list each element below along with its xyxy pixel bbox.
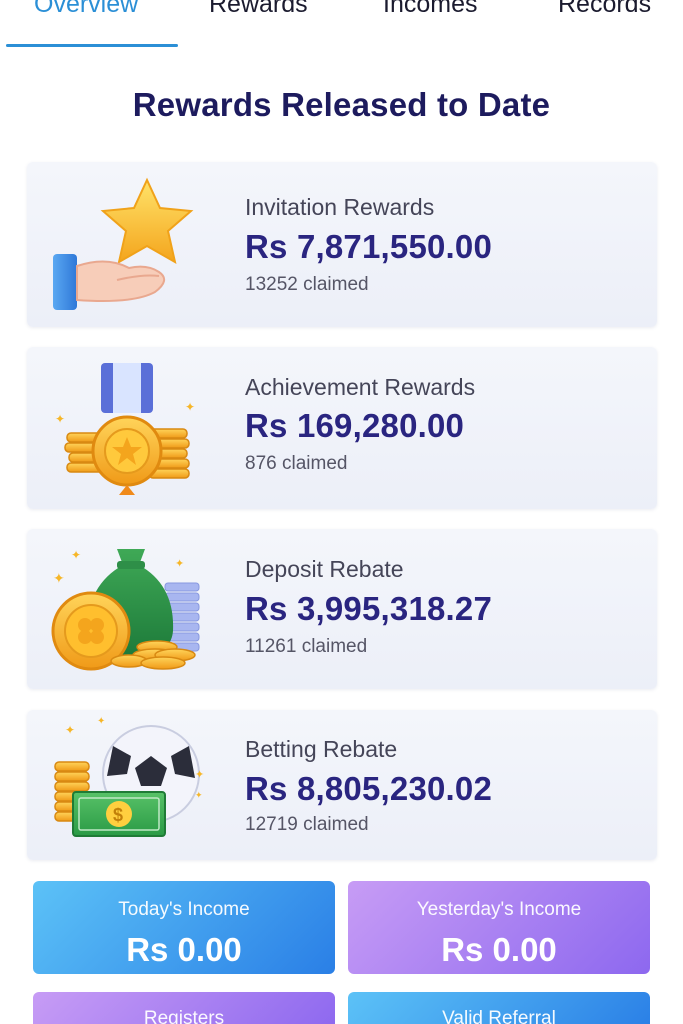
invitation-rewards-card[interactable]: Invitation Rewards Rs 7,871,550.00 13252… [27,162,657,327]
card-claimed-count: 13252 claimed [245,274,369,295]
card-label: Betting Rebate [245,736,398,762]
svg-text:✦: ✦ [71,548,81,562]
svg-text:✦: ✦ [97,716,105,727]
valid-referral-label: Valid Referral [442,1008,556,1024]
svg-text:✦: ✦ [55,412,65,426]
svg-text:✦: ✦ [53,570,65,586]
medal-coins-icon: ✦ ✦ [47,359,207,495]
card-claimed-count: 11261 claimed [245,636,368,657]
card-label: Invitation Rewards [245,194,435,220]
achievement-rewards-card[interactable]: ✦ ✦ Achievement Rewards Rs 169,280.00 87… [27,347,657,509]
todays-income-label: Today's Income [118,899,250,920]
svg-text:✦: ✦ [195,790,203,800]
todays-income-box[interactable]: Today's Income Rs 0.00 [33,881,335,974]
tab-rewards[interactable]: Rewards [209,0,308,19]
card-amount: Rs 3,995,318.27 [245,590,493,627]
page-title: Rewards Released to Date [132,86,551,123]
todays-income-value: Rs 0.00 [126,931,242,968]
active-tab-indicator [6,44,178,47]
card-amount: Rs 7,871,550.00 [245,228,493,265]
card-claimed-count: 876 claimed [245,453,348,474]
tab-bar: Overview Rewards Incomes Records [0,0,683,50]
hand-star-icon [47,176,207,310]
registers-label: Registers [143,1008,225,1024]
card-amount: Rs 169,280.00 [245,407,465,444]
card-label: Deposit Rebate [245,556,404,582]
svg-text:✦: ✦ [175,558,184,570]
deposit-rebate-card[interactable]: ✦ ✦ ✦ Deposit Rebate Rs 3,995,318.27 112… [27,529,657,689]
svg-text:$: $ [113,805,123,825]
betting-rebate-card[interactable]: $ ✦ ✦ ✦ ✦ Betting Rebate Rs 8,805,230.02… [27,710,657,860]
svg-text:✦: ✦ [185,400,195,414]
valid-referral-box[interactable]: Valid Referral [348,992,650,1024]
yesterdays-income-label: Yesterday's Income [416,899,582,920]
yesterdays-income-box[interactable]: Yesterday's Income Rs 0.00 [348,881,650,974]
money-bag-coins-icon: ✦ ✦ ✦ [47,539,207,671]
svg-text:✦: ✦ [195,769,204,781]
registers-box[interactable]: Registers [33,992,335,1024]
card-amount: Rs 8,805,230.02 [245,770,493,807]
card-claimed-count: 12719 claimed [245,814,369,835]
svg-text:✦: ✦ [65,723,75,737]
card-label: Achievement Rewards [245,374,476,400]
tab-incomes[interactable]: Incomes [383,0,477,19]
tab-records[interactable]: Records [558,0,651,19]
yesterdays-income-value: Rs 0.00 [441,931,557,968]
football-cash-icon: $ ✦ ✦ ✦ ✦ [47,716,207,846]
tab-overview[interactable]: Overview [34,0,138,19]
